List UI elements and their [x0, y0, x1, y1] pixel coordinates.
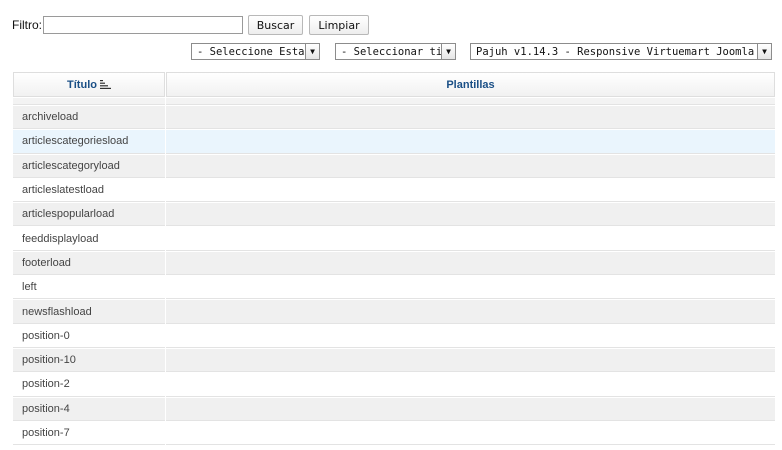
row-templates: [166, 203, 775, 227]
status-select-value: - Seleccione Estado -: [197, 45, 305, 58]
table-row[interactable]: left: [13, 276, 775, 300]
table-row[interactable]: archiveload: [13, 106, 775, 130]
row-templates: [166, 106, 775, 130]
table-row[interactable]: newsflashload: [13, 300, 775, 324]
column-header-title-label: Título: [67, 78, 97, 91]
row-templates: [166, 227, 775, 251]
row-title: position-7: [13, 421, 165, 446]
row-title: newsflashload: [13, 300, 165, 324]
table-spacer-row: [13, 98, 775, 105]
filter-input[interactable]: [43, 16, 243, 34]
clear-button[interactable]: Limpiar: [309, 15, 369, 35]
positions-table: Título Plantillas archiveload articlescat…: [12, 71, 776, 446]
table-row[interactable]: articlespopularload: [13, 203, 775, 227]
row-templates: [166, 130, 775, 154]
table-row[interactable]: position-2: [13, 373, 775, 397]
table-row[interactable]: articlescategoriesload: [13, 130, 775, 154]
type-select[interactable]: - Seleccionar tipo - ▼: [335, 43, 456, 60]
column-header-templates[interactable]: Plantillas: [166, 72, 775, 97]
row-title: articlescategoriesload: [13, 130, 165, 154]
row-title: articlespopularload: [13, 203, 165, 227]
row-title: archiveload: [13, 106, 165, 130]
table-row[interactable]: position-4: [13, 397, 775, 421]
template-select[interactable]: Pajuh v1.14.3 - Responsive Virtuemart Jo…: [470, 43, 772, 60]
chevron-down-icon: ▼: [441, 44, 455, 59]
type-select-value: - Seleccionar tipo -: [341, 45, 441, 58]
row-title: left: [13, 276, 165, 300]
row-templates: [166, 421, 775, 446]
sort-ascending-icon: [99, 80, 111, 90]
table-row[interactable]: position-0: [13, 324, 775, 348]
row-templates: [166, 276, 775, 300]
row-title: articleslatestload: [13, 178, 165, 203]
table-row[interactable]: position-7: [13, 421, 775, 446]
row-templates: [166, 251, 775, 276]
row-title: articlescategoryload: [13, 154, 165, 178]
column-header-title[interactable]: Título: [13, 72, 165, 97]
table-row[interactable]: footerload: [13, 251, 775, 276]
row-templates: [166, 154, 775, 178]
search-button[interactable]: Buscar: [248, 15, 303, 35]
row-title: position-10: [13, 348, 165, 373]
row-templates: [166, 300, 775, 324]
table-row[interactable]: articlescategoryload: [13, 154, 775, 178]
table-row[interactable]: position-10: [13, 348, 775, 373]
chevron-down-icon: ▼: [757, 44, 771, 59]
chevron-down-icon: ▼: [305, 44, 319, 59]
row-title: position-0: [13, 324, 165, 348]
table-header-row: Título Plantillas: [13, 72, 775, 97]
row-templates: [166, 178, 775, 203]
filter-label: Filtro:: [12, 18, 42, 32]
row-templates: [166, 348, 775, 373]
row-title: feeddisplayload: [13, 227, 165, 251]
filter-bar: Filtro: Buscar Limpiar: [12, 15, 369, 35]
row-templates: [166, 397, 775, 421]
template-select-value: Pajuh v1.14.3 - Responsive Virtuemart Jo…: [476, 45, 757, 58]
row-title: position-2: [13, 373, 165, 397]
table-row[interactable]: articleslatestload: [13, 178, 775, 203]
row-title: position-4: [13, 397, 165, 421]
row-templates: [166, 324, 775, 348]
status-select[interactable]: - Seleccione Estado - ▼: [191, 43, 320, 60]
row-title: footerload: [13, 251, 165, 276]
table-row[interactable]: feeddisplayload: [13, 227, 775, 251]
row-templates: [166, 373, 775, 397]
